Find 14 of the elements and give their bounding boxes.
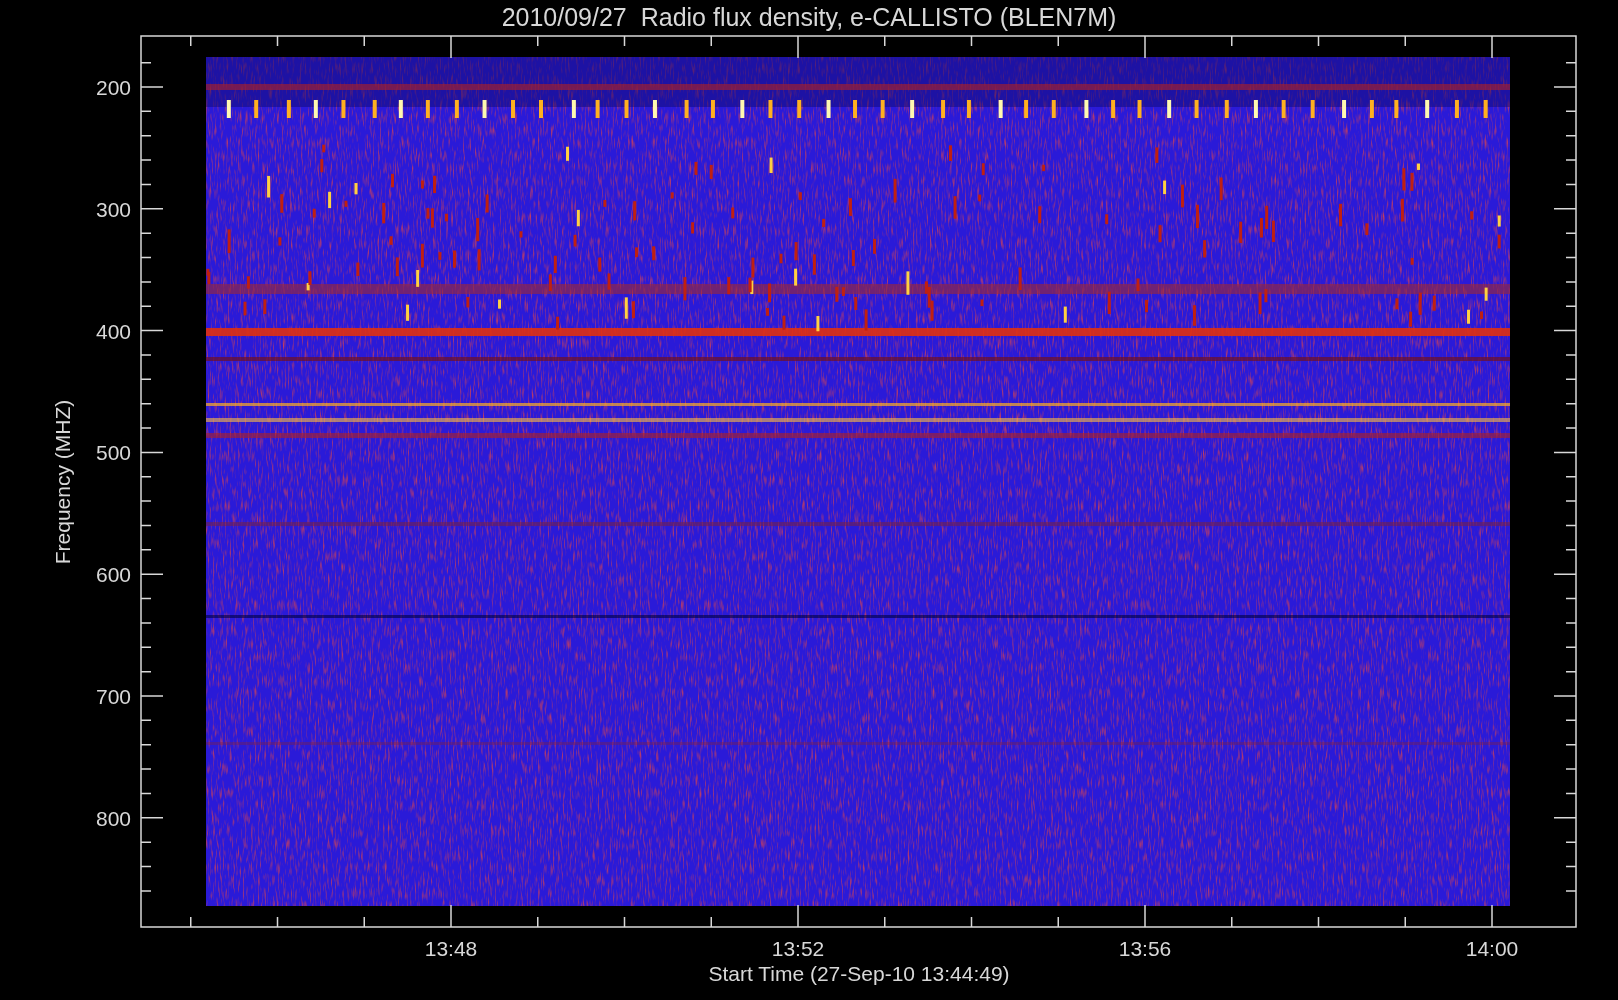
- y-tick-label: 300: [95, 197, 131, 221]
- y-tick-label: 700: [95, 685, 131, 708]
- chart-title: 2010/09/27 Radio flux density, e-CALLISTO (BLEN7M): [501, 3, 1117, 31]
- x-tick-label: 14:00: [1465, 937, 1519, 960]
- y-tick-label: 200: [95, 76, 131, 99]
- x-tick-label: 13:56: [1118, 937, 1172, 960]
- y-tick-label: 400: [95, 319, 131, 343]
- y-tick-label: 500: [95, 441, 131, 465]
- x-tick-label: 13:48: [424, 937, 478, 960]
- x-tick-label: 13:52: [771, 937, 825, 960]
- y-tick-label: 600: [95, 563, 131, 587]
- x-axis-label: Start Time (27-Sep-10 13:44:49): [708, 962, 1010, 985]
- y-tick-label: 800: [95, 806, 131, 830]
- y-axis-label: Frequency (MHZ): [51, 399, 74, 565]
